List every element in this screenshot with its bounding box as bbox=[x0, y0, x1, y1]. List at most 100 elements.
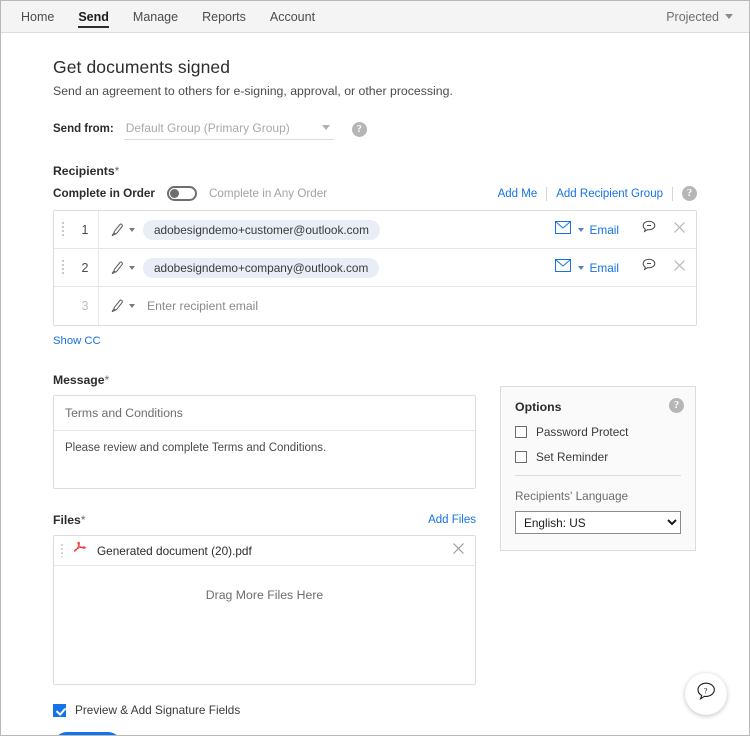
send-from-label: Send from: bbox=[53, 123, 114, 135]
page-subtitle: Send an agreement to others for e-signin… bbox=[53, 84, 453, 98]
help-icon[interactable]: ? bbox=[682, 186, 697, 201]
option-label: Password Protect bbox=[536, 425, 629, 439]
nav-item-send[interactable]: Send bbox=[66, 1, 121, 32]
top-navigation-bar: Home Send Manage Reports Account Project… bbox=[1, 1, 749, 33]
recipients-list: 1 adobesigndemo+customer@outlook.com Ema… bbox=[53, 210, 697, 326]
options-title: Options bbox=[515, 400, 562, 414]
help-bubble-icon: ? bbox=[694, 680, 718, 709]
page-title: Get documents signed bbox=[53, 57, 231, 77]
nav-item-label: Reports bbox=[202, 9, 246, 24]
envelope-icon[interactable] bbox=[554, 220, 571, 239]
delivery-method-label[interactable]: Email bbox=[590, 261, 620, 275]
option-password-protect[interactable]: Password Protect bbox=[515, 425, 681, 439]
send-from-value: Default Group (Primary Group) bbox=[125, 121, 290, 135]
envelope-icon[interactable] bbox=[554, 258, 571, 277]
help-floating-button[interactable]: ? bbox=[685, 673, 727, 715]
message-subject-input[interactable]: Terms and Conditions bbox=[54, 396, 475, 431]
message-label-text: Message bbox=[53, 373, 105, 387]
send-from-row: Send from: Default Group (Primary Group)… bbox=[53, 118, 697, 140]
checkbox[interactable] bbox=[515, 426, 527, 438]
remove-recipient-icon[interactable] bbox=[673, 221, 686, 239]
add-recipient-group-link[interactable]: Add Recipient Group bbox=[556, 188, 663, 200]
chevron-down-icon bbox=[725, 14, 733, 19]
recipient-email-pill[interactable]: adobesigndemo+customer@outlook.com bbox=[143, 219, 380, 240]
recipient-row[interactable]: 1 adobesigndemo+customer@outlook.com Ema… bbox=[54, 211, 696, 249]
option-label: Set Reminder bbox=[536, 450, 609, 464]
page-content: Get documents signed Send an agreement t… bbox=[1, 33, 749, 735]
files-box: Generated document (20).pdf Drag More Fi… bbox=[53, 535, 476, 685]
recipient-row-actions: Email bbox=[554, 219, 697, 240]
left-column: Message* Terms and Conditions Please rev… bbox=[53, 373, 476, 685]
recipients-label-text: Recipients bbox=[53, 164, 115, 178]
nav-item-account[interactable]: Account bbox=[258, 1, 327, 32]
remove-recipient-icon[interactable] bbox=[673, 259, 686, 277]
required-mark: * bbox=[104, 373, 110, 387]
help-icon[interactable]: ? bbox=[669, 398, 684, 413]
private-message-icon[interactable] bbox=[641, 257, 657, 278]
file-dropzone[interactable]: Drag More Files Here bbox=[54, 566, 475, 684]
divider bbox=[515, 475, 681, 476]
pdf-icon bbox=[70, 541, 90, 561]
help-icon[interactable]: ? bbox=[351, 121, 367, 137]
recipient-number: 3 bbox=[81, 299, 89, 313]
files-section-label: Files* bbox=[53, 513, 86, 527]
recipient-role-selector[interactable] bbox=[99, 260, 143, 276]
message-section-label: Message* bbox=[53, 373, 476, 387]
nav-item-reports[interactable]: Reports bbox=[190, 1, 258, 32]
main-columns: Message* Terms and Conditions Please rev… bbox=[53, 373, 697, 685]
remove-file-icon[interactable] bbox=[452, 542, 465, 560]
delivery-method-label[interactable]: Email bbox=[590, 223, 620, 237]
required-mark: * bbox=[114, 164, 120, 178]
complete-in-any-order-label: Complete in Any Order bbox=[208, 187, 328, 200]
recipient-row[interactable]: 3 Enter recipient email bbox=[54, 287, 696, 325]
preview-fields-row[interactable]: Preview & Add Signature Fields bbox=[53, 703, 697, 717]
nav-item-label: Send bbox=[78, 9, 109, 24]
recipients-header-actions: Add Me Add Recipient Group ? bbox=[498, 186, 697, 201]
message-body-input[interactable]: Please review and complete Terms and Con… bbox=[54, 431, 475, 488]
file-row[interactable]: Generated document (20).pdf bbox=[54, 536, 475, 566]
account-menu[interactable]: Projected bbox=[666, 1, 735, 32]
recipient-email-pill[interactable]: adobesigndemo+company@outlook.com bbox=[143, 257, 380, 278]
account-menu-label: Projected bbox=[666, 9, 719, 24]
recipient-email-input[interactable]: Enter recipient email bbox=[143, 299, 258, 313]
preview-checkbox[interactable] bbox=[53, 703, 66, 717]
chevron-down-icon bbox=[129, 265, 135, 270]
next-button[interactable]: Next bbox=[53, 732, 123, 735]
drag-handle-icon[interactable] bbox=[54, 260, 72, 275]
show-cc-link[interactable]: Show CC bbox=[53, 335, 101, 347]
checkbox[interactable] bbox=[515, 451, 527, 463]
recipients-language-select[interactable]: English: US bbox=[515, 511, 681, 534]
recipients-language-label: Recipients' Language bbox=[515, 489, 629, 503]
recipient-role-selector[interactable] bbox=[99, 298, 143, 314]
add-me-link[interactable]: Add Me bbox=[498, 188, 538, 200]
chevron-down-icon bbox=[321, 125, 330, 130]
divider bbox=[672, 186, 673, 201]
recipient-row[interactable]: 2 adobesigndemo+company@outlook.com Emai… bbox=[54, 249, 696, 287]
complete-in-order-label: Complete in Order bbox=[53, 187, 155, 200]
file-name: Generated document (20).pdf bbox=[97, 543, 252, 558]
recipient-number: 2 bbox=[81, 260, 89, 275]
recipient-role-selector[interactable] bbox=[99, 222, 143, 238]
send-from-select[interactable]: Default Group (Primary Group) bbox=[123, 118, 334, 140]
nav-item-home[interactable]: Home bbox=[9, 1, 66, 32]
chevron-down-icon[interactable] bbox=[577, 265, 584, 270]
signature-pen-icon bbox=[109, 298, 125, 314]
nav-item-manage[interactable]: Manage bbox=[121, 1, 190, 32]
svg-text:?: ? bbox=[704, 685, 708, 695]
files-header: Files* Add Files bbox=[53, 513, 476, 527]
chevron-down-icon bbox=[129, 304, 135, 308]
preview-checkbox-label: Preview & Add Signature Fields bbox=[75, 703, 241, 717]
signature-pen-icon bbox=[109, 260, 125, 276]
drag-handle-icon[interactable] bbox=[54, 222, 72, 237]
chevron-down-icon[interactable] bbox=[577, 227, 584, 232]
drag-handle-icon[interactable] bbox=[54, 544, 70, 557]
option-set-reminder[interactable]: Set Reminder bbox=[515, 450, 681, 464]
private-message-icon[interactable] bbox=[641, 219, 657, 240]
nav-item-label: Home bbox=[21, 9, 55, 24]
complete-order-toggle[interactable] bbox=[166, 186, 197, 201]
right-column: ? Options Password Protect Set Reminder … bbox=[500, 373, 696, 685]
recipients-section-label: Recipients* bbox=[53, 164, 697, 178]
message-box: Terms and Conditions Please review and c… bbox=[53, 395, 476, 489]
add-files-link[interactable]: Add Files bbox=[428, 514, 476, 526]
files-label-text: Files bbox=[53, 513, 81, 527]
